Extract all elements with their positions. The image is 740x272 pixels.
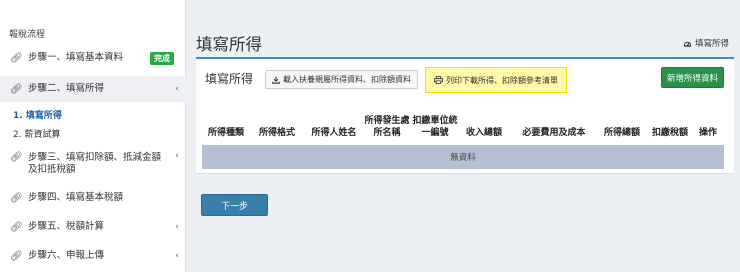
- column-header: 扣繳稅額: [651, 128, 688, 138]
- column-header: 必要費用及成本: [522, 128, 586, 138]
- sidebar-step-label: 步驟四、填寫基本稅額: [28, 192, 124, 203]
- column-header: 所得格式: [258, 128, 295, 138]
- income-card: 填寫所得 載入扶養親屬所得資料、扣除額資料 列印下載所得、扣除額參考清單 新增所…: [196, 57, 734, 173]
- download-icon: [272, 76, 280, 84]
- column-header: 所得種類: [207, 128, 244, 138]
- table-header: 所得種類 所得格式 所得人姓名 所得發生處所名稱 扣繳單位統一編號 收入總額 必…: [202, 108, 724, 144]
- link-icon: 🔗︎: [10, 221, 23, 233]
- link-icon: 🔗︎: [10, 152, 23, 163]
- column-header: 所得發生處所名稱: [364, 116, 410, 138]
- add-income-button[interactable]: 新增所得資料: [661, 67, 724, 88]
- print-download-list-button[interactable]: 列印下載所得、扣除額參考清單: [425, 67, 567, 93]
- sidebar-step-1[interactable]: 🔗︎ 步驟一、填寫基本資料 完成: [0, 45, 186, 71]
- sidebar-step-label: 步驟五、稅額計算: [28, 221, 105, 232]
- sidebar-step-5[interactable]: 🔗︎ 步驟五、稅額計算 ‹: [0, 214, 186, 240]
- column-header: 扣繳單位統一編號: [412, 116, 458, 138]
- chevron-left-icon: ‹: [175, 222, 179, 232]
- column-header: 操作: [698, 128, 717, 138]
- card-title: 填寫所得: [205, 72, 254, 86]
- chevron-left-icon: ‹: [175, 151, 179, 161]
- link-icon: 🔗︎: [10, 250, 23, 262]
- next-step-button[interactable]: 下一步: [201, 194, 268, 216]
- import-dependents-button[interactable]: 載入扶養親屬所得資料、扣除額資料: [265, 70, 418, 89]
- sidebar-step-6[interactable]: 🔗︎ 步驟六、申報上傳 ‹: [0, 243, 186, 269]
- sidebar-step-2[interactable]: 🔗︎ 步驟二、填寫所得 ‹: [0, 76, 186, 102]
- sidebar-sub-item-salary-calc[interactable]: 2. 薪資試算: [13, 127, 60, 140]
- link-icon: 🔗︎: [10, 52, 23, 64]
- empty-message: 無資料: [450, 153, 476, 163]
- column-header: 所得總額: [603, 128, 640, 138]
- page-title: 填寫所得: [196, 35, 262, 54]
- sidebar-step-label: 步驟一、填寫基本資料: [28, 52, 124, 63]
- sidebar: 報稅流程 🔗︎ 步驟一、填寫基本資料 完成 🔗︎ 步驟二、填寫所得 ‹ 1. 填…: [0, 0, 186, 272]
- print-download-list-label: 列印下載所得、扣除額參考清單: [446, 75, 558, 85]
- column-header: 收入總額: [465, 128, 502, 138]
- link-icon: 🔗︎: [10, 192, 23, 204]
- sidebar-step-label: 步驟三、填寫扣除額、抵減金額及扣抵稅額: [28, 152, 162, 175]
- chevron-left-icon: ‹: [175, 84, 179, 94]
- breadcrumb: 填寫所得: [683, 37, 729, 49]
- chevron-left-icon: ‹: [175, 251, 179, 261]
- status-badge: 完成: [150, 51, 174, 65]
- sidebar-step-4[interactable]: 🔗︎ 步驟四、填寫基本稅額: [0, 185, 186, 211]
- sidebar-step-label: 步驟六、申報上傳: [28, 250, 105, 261]
- sidebar-sub-item-fill-income[interactable]: 1. 填寫所得: [13, 108, 62, 121]
- dashboard-icon: [683, 41, 692, 47]
- table-empty-row: 無資料: [202, 145, 724, 169]
- print-icon: [434, 76, 443, 84]
- sidebar-heading: 報稅流程: [9, 30, 46, 40]
- column-header: 所得人姓名: [311, 128, 357, 138]
- breadcrumb-item[interactable]: 填寫所得: [695, 37, 729, 49]
- sidebar-step-label: 步驟二、填寫所得: [28, 83, 105, 94]
- sidebar-step-3[interactable]: 🔗︎ 步驟三、填寫扣除額、抵減金額及扣抵稅額 ‹: [0, 149, 186, 179]
- link-icon: 🔗︎: [10, 83, 23, 95]
- import-dependents-label: 載入扶養親屬所得資料、扣除額資料: [283, 75, 411, 84]
